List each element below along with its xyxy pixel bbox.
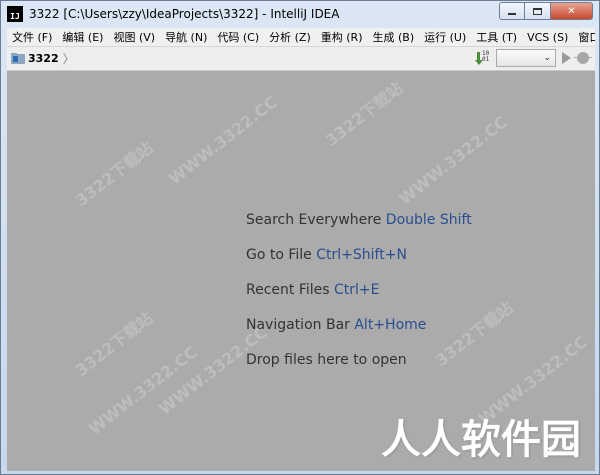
hint-navigation-bar: Navigation Bar Alt+Home: [246, 315, 472, 350]
hint-shortcut[interactable]: Double Shift: [386, 212, 472, 228]
build-project-button[interactable]: 10 01: [475, 50, 490, 66]
minimize-button[interactable]: [499, 2, 525, 20]
hint-label: Recent Files: [246, 282, 330, 298]
hint-recent-files: Recent Files Ctrl+E: [246, 280, 472, 315]
hint-shortcut[interactable]: Ctrl+Shift+N: [316, 247, 407, 263]
navigation-bar: 3322 〉 10 01 ⌄: [7, 47, 595, 71]
watermark-brand: 3322下载站: [71, 138, 157, 211]
run-configuration-select[interactable]: ⌄: [496, 49, 556, 67]
breadcrumb-label: 3322: [28, 52, 59, 65]
menu-bar: 文件 (F) 编辑 (E) 视图 (V) 导航 (N) 代码 (C) 分析 (Z…: [7, 28, 595, 47]
ide-window: IJ 3322 [C:\Users\zzy\IdeaProjects\3322]…: [0, 0, 600, 475]
hint-search-everywhere: Search Everywhere Double Shift: [246, 210, 472, 245]
window-title: 3322 [C:\Users\zzy\IdeaProjects\3322] - …: [29, 7, 340, 21]
close-button[interactable]: ✕: [551, 2, 593, 20]
binary-icon: 10 01: [482, 50, 490, 63]
hint-label: Go to File: [246, 247, 312, 263]
hint-shortcut[interactable]: Ctrl+E: [334, 282, 380, 298]
run-button[interactable]: [562, 52, 571, 64]
watermark-brand: 3322下载站: [71, 308, 157, 381]
menu-window[interactable]: 窗口 (: [573, 29, 595, 45]
menu-build[interactable]: 生成 (B): [368, 29, 420, 45]
editor-empty-area[interactable]: WWW.3322.CC 3322下载站 WWW.3322.CC 3322下载站 …: [7, 71, 595, 471]
menu-analyze[interactable]: 分析 (Z): [264, 29, 316, 45]
editor-hints: Search Everywhere Double Shift Go to Fil…: [246, 210, 472, 385]
maximize-button[interactable]: [525, 2, 551, 20]
caption-buttons: ✕: [499, 2, 593, 20]
hint-shortcut[interactable]: Alt+Home: [354, 317, 426, 333]
close-icon: ✕: [567, 5, 576, 17]
minimize-icon: [508, 13, 516, 15]
menu-code[interactable]: 代码 (C): [212, 29, 264, 45]
menu-tools[interactable]: 工具 (T): [471, 29, 522, 45]
menu-vcs[interactable]: VCS (S): [522, 31, 573, 44]
menu-run[interactable]: 运行 (U): [419, 29, 471, 45]
intellij-app-icon: IJ: [7, 6, 23, 22]
watermark-site: WWW.3322.CC: [395, 112, 511, 209]
chevron-right-icon: 〉: [62, 52, 75, 66]
menu-refactor[interactable]: 重构 (R): [316, 29, 368, 45]
hint-label: Search Everywhere: [246, 212, 382, 228]
hint-drop-files: Drop files here to open: [246, 350, 472, 385]
hint-label: Drop files here to open: [246, 352, 407, 368]
project-folder-icon: [11, 53, 25, 64]
menu-file[interactable]: 文件 (F): [7, 29, 57, 45]
corner-logo-watermark: 人人软件园: [381, 417, 581, 463]
menu-edit[interactable]: 编辑 (E): [57, 29, 108, 45]
hint-go-to-file: Go to File Ctrl+Shift+N: [246, 245, 472, 280]
title-bar[interactable]: IJ 3322 [C:\Users\zzy\IdeaProjects\3322]…: [1, 1, 599, 27]
menu-navigate[interactable]: 导航 (N): [160, 29, 212, 45]
maximize-icon: [533, 7, 542, 15]
debug-button[interactable]: [574, 52, 592, 64]
hint-label: Navigation Bar: [246, 317, 350, 333]
watermark-brand: 3322下载站: [321, 78, 407, 151]
breadcrumb-project[interactable]: 3322 〉: [11, 49, 83, 68]
menu-view[interactable]: 视图 (V): [108, 29, 160, 45]
watermark-site: WWW.3322.CC: [165, 92, 281, 189]
chevron-down-icon: ⌄: [543, 53, 551, 63]
toolbar-actions: 10 01 ⌄: [475, 49, 592, 67]
